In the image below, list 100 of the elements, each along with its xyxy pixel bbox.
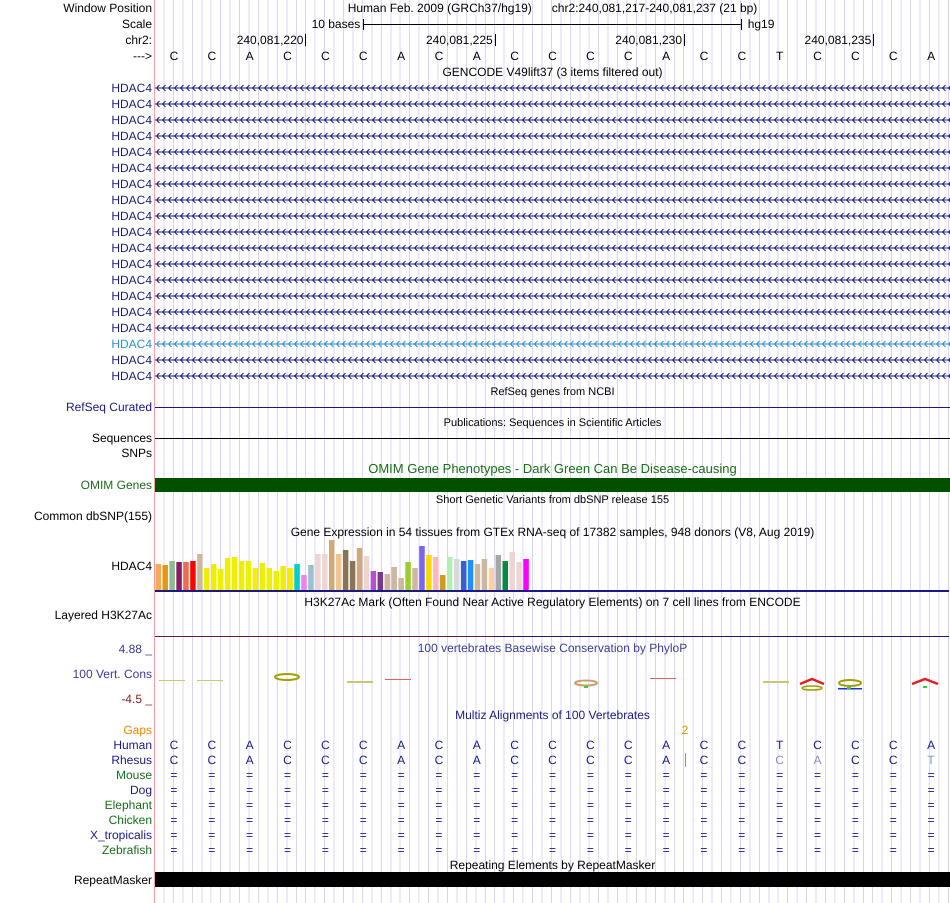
aligned-base: = [890, 842, 897, 856]
aligned-base: = [738, 782, 746, 796]
aligned-base: = [890, 828, 897, 842]
aligned-base: = [398, 842, 405, 856]
aligned-base: = [624, 768, 632, 782]
track-title: GENCODE V49lift37 (3 items filtered out) [442, 65, 663, 79]
aligned-base: A [397, 752, 406, 766]
gene-label[interactable]: HDAC4 [111, 289, 152, 303]
gene-label[interactable]: HDAC4 [111, 145, 152, 159]
gene-label[interactable]: HDAC4 [111, 129, 152, 143]
track-label: Gaps [123, 722, 152, 736]
aligned-base: = [511, 768, 518, 782]
track-title: Gene Expression in 54 tissues from GTEx RNA-seq of 17382 samples, 948 donors (V8, Aug 2019) [290, 525, 814, 539]
aligned-base: A [662, 738, 670, 752]
aligned-base: = [700, 812, 708, 826]
aligned-base: = [435, 798, 442, 812]
aligned-base: = [284, 798, 291, 812]
aligned-base: = [624, 812, 632, 826]
gene-label[interactable]: HDAC4 [111, 273, 152, 287]
aligned-base: = [398, 768, 405, 782]
aligned-base: C [888, 738, 898, 752]
gene-label[interactable]: HDAC4 [111, 353, 152, 367]
aligned-base: = [776, 798, 784, 812]
gene-label[interactable]: HDAC4 [111, 241, 152, 255]
aligned-base: = [662, 782, 670, 796]
base-letter: C [700, 49, 708, 63]
base-letter: A [927, 49, 936, 63]
gene-label[interactable]: HDAC4 [111, 321, 152, 335]
gene-label[interactable]: HDAC4 [111, 97, 152, 111]
aligned-base: = [548, 798, 556, 812]
aligned-base: = [700, 828, 708, 842]
species-label: Rhesus [111, 752, 152, 766]
aligned-base: = [360, 798, 367, 812]
gene-label[interactable]: HDAC4 [111, 161, 152, 175]
gene-label[interactable]: HDAC4 [111, 369, 152, 383]
aligned-base: = [852, 812, 859, 826]
gene-label[interactable]: HDAC4 [111, 225, 152, 239]
aligned-base: = [586, 842, 594, 856]
aligned-base: = [928, 798, 935, 812]
aligned-base: C [321, 738, 330, 752]
track-label: Sequences [92, 431, 152, 445]
aligned-base: = [662, 812, 670, 826]
gene-label[interactable]: HDAC4 [111, 209, 152, 223]
base-letter: A [472, 49, 481, 63]
aligned-base: = [473, 782, 480, 796]
aligned-base: C [888, 752, 898, 766]
gap-count: 2 [682, 722, 688, 736]
track-label: Window Position [63, 1, 152, 15]
aligned-base: = [208, 768, 216, 782]
base-letter: C [207, 49, 216, 63]
base-letter: C [170, 49, 178, 63]
ruler-tick-label: 240,081,230 [615, 34, 685, 46]
aligned-base: = [322, 798, 329, 812]
gene-label[interactable]: HDAC4 [111, 305, 152, 319]
track-title: Multiz Alignments of 100 Vertebrates [455, 708, 650, 722]
aligned-base: = [890, 768, 897, 782]
aligned-base: = [170, 768, 178, 782]
aligned-base: C [700, 738, 708, 752]
gene-label[interactable]: HDAC4 [111, 257, 152, 271]
aligned-base: C [321, 752, 330, 766]
aligned-base: = [928, 768, 935, 782]
gene-label[interactable]: HDAC4 [111, 193, 152, 207]
aligned-base: = [360, 812, 367, 826]
aligned-base: = [624, 782, 632, 796]
gene-label[interactable]: HDAC4 [111, 113, 152, 127]
aligned-base: = [435, 842, 442, 856]
aligned-base: = [662, 842, 670, 856]
gene-label[interactable]: HDAC4 [111, 337, 152, 351]
gene-label[interactable]: HDAC4 [111, 177, 152, 191]
aligned-base: = [246, 768, 254, 782]
track-label: HDAC4 [111, 559, 152, 573]
aligned-base: = [398, 782, 405, 796]
aligned-base: C [358, 738, 368, 752]
base-letter: C [548, 49, 557, 63]
aligned-base: = [322, 782, 329, 796]
aligned-base: = [170, 782, 178, 796]
base-letter: C [434, 49, 444, 63]
aligned-base: = [170, 812, 178, 826]
aligned-base: C [170, 752, 178, 766]
aligned-base: C [170, 738, 178, 752]
aligned-base: = [322, 812, 329, 826]
aligned-base: = [700, 798, 708, 812]
ruler-tick-label: 240,081,225 [426, 34, 496, 46]
aligned-base: A [927, 738, 936, 752]
gene-label[interactable]: HDAC4 [111, 81, 152, 95]
aligned-base: A [246, 752, 254, 766]
aligned-base: = [738, 812, 746, 826]
aligned-base: C [283, 738, 292, 752]
track-label: RefSeq Curated [66, 400, 152, 414]
aligned-base: = [586, 828, 594, 842]
track-title: OMIM Gene Phenotypes - Dark Green Can Be Disease-causing [368, 462, 737, 476]
axis-min-label: -4.5 _ [121, 692, 152, 706]
base-letter: A [246, 49, 254, 63]
base-letter: C [586, 49, 595, 63]
aligned-base: = [700, 768, 708, 782]
aligned-base: = [548, 768, 556, 782]
aligned-base: = [473, 812, 480, 826]
track-label: 100 Vert. Cons [72, 667, 152, 681]
base-letter: C [321, 49, 330, 63]
aligned-base: = [548, 812, 556, 826]
